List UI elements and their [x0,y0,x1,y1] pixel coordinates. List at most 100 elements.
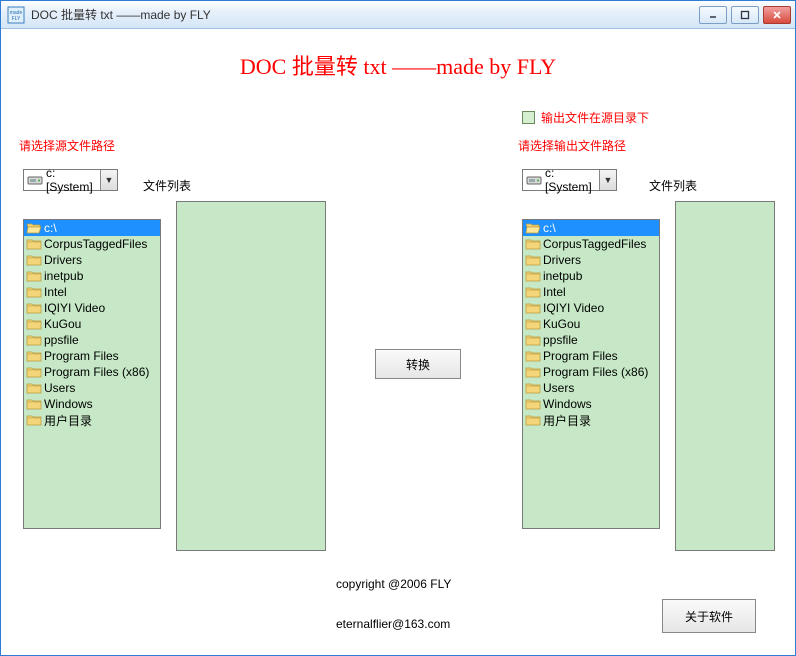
folder-item[interactable]: Drivers [24,252,160,268]
minimize-button[interactable] [699,6,727,24]
folder-item[interactable]: c:\ [523,220,659,236]
dest-path-label: 请选择输出文件路径 [518,137,626,154]
folder-icon [26,269,42,283]
app-window: made FLY DOC 批量转 txt ——made by FLY DOC 批… [0,0,796,656]
folder-icon [26,317,42,331]
folder-item[interactable]: Program Files [24,348,160,364]
folder-item[interactable]: ppsfile [523,332,659,348]
window-title: DOC 批量转 txt ——made by FLY [31,6,699,23]
folder-item[interactable]: Intel [24,284,160,300]
folder-item[interactable]: CorpusTaggedFiles [523,236,659,252]
folder-item[interactable]: Users [523,380,659,396]
folder-label: ppsfile [44,333,79,347]
source-filelist-label: 文件列表 [143,177,191,194]
folder-item[interactable]: IQIYI Video [523,300,659,316]
folder-icon [26,253,42,267]
app-icon: made FLY [7,6,25,24]
folder-icon [525,349,541,363]
folder-icon [26,381,42,395]
output-same-dir-row: 输出文件在源目录下 [522,109,649,126]
folder-label: CorpusTaggedFiles [44,237,147,251]
folder-icon [525,253,541,267]
folder-label: inetpub [44,269,83,283]
source-folder-list[interactable]: c:\ CorpusTaggedFiles Drivers inetpub Intel I… [23,219,161,529]
folder-icon [26,237,42,251]
folder-label: IQIYI Video [44,301,105,315]
folder-label: Windows [44,397,93,411]
folder-icon [26,365,42,379]
titlebar: made FLY DOC 批量转 txt ——made by FLY [1,1,795,29]
page-title: DOC 批量转 txt ——made by FLY [1,49,795,81]
folder-label: Program Files (x86) [44,365,149,379]
folder-icon [525,237,541,251]
folder-item[interactable]: ppsfile [24,332,160,348]
folder-icon [525,301,541,315]
folder-item[interactable]: 用户目录 [24,412,160,428]
folder-label: Program Files [44,349,119,363]
folder-label: Program Files (x86) [543,365,648,379]
dest-filelist-label: 文件列表 [649,177,697,194]
source-drive-text: c: [System] [46,166,100,194]
folder-label: Users [44,381,75,395]
folder-item[interactable]: Program Files [523,348,659,364]
folder-label: c:\ [44,221,57,235]
folder-item[interactable]: KuGou [24,316,160,332]
folder-open-icon [26,221,42,235]
folder-item[interactable]: inetpub [523,268,659,284]
folder-icon [525,365,541,379]
dropdown-arrow-icon: ▼ [599,170,616,190]
dest-file-list[interactable] [675,201,775,551]
output-same-dir-checkbox[interactable] [522,111,535,124]
content-area: DOC 批量转 txt ——made by FLY 输出文件在源目录下 请选择源… [1,29,795,655]
folder-item[interactable]: Intel [523,284,659,300]
folder-label: Intel [543,285,566,299]
source-file-list[interactable] [176,201,326,551]
folder-icon [26,301,42,315]
source-path-label: 请选择源文件路径 [19,137,115,154]
folder-label: KuGou [543,317,580,331]
folder-label: CorpusTaggedFiles [543,237,646,251]
source-drive-select[interactable]: c: [System] ▼ [23,169,118,191]
folder-item[interactable]: inetpub [24,268,160,284]
folder-icon [525,317,541,331]
folder-item[interactable]: Program Files (x86) [523,364,659,380]
close-button[interactable] [763,6,791,24]
folder-item[interactable]: IQIYI Video [24,300,160,316]
drive-icon [27,173,43,187]
folder-icon [26,413,42,427]
dest-folder-list[interactable]: c:\CorpusTaggedFiles DriversinetpubIntelI… [522,219,660,529]
folder-icon [26,285,42,299]
folder-icon [525,397,541,411]
folder-label: Drivers [543,253,581,267]
window-buttons [699,6,791,24]
maximize-button[interactable] [731,6,759,24]
folder-label: Users [543,381,574,395]
folder-item[interactable]: KuGou [523,316,659,332]
folder-icon [525,285,541,299]
folder-open-icon [525,221,541,235]
folder-icon [525,381,541,395]
convert-button[interactable]: 转换 [375,349,461,379]
dest-drive-select[interactable]: c: [System] ▼ [522,169,617,191]
folder-item[interactable]: CorpusTaggedFiles [24,236,160,252]
folder-item[interactable]: Program Files (x86) [24,364,160,380]
folder-item[interactable]: 用户目录 [523,412,659,428]
folder-label: Windows [543,397,592,411]
folder-item[interactable]: c:\ [24,220,160,236]
svg-text:FLY: FLY [12,16,21,22]
drive-icon [526,173,542,187]
folder-label: ppsfile [543,333,578,347]
folder-label: Drivers [44,253,82,267]
folder-item[interactable]: Windows [24,396,160,412]
folder-label: 用户目录 [543,412,591,429]
folder-icon [525,333,541,347]
folder-icon [26,349,42,363]
about-button[interactable]: 关于软件 [662,599,756,633]
folder-item[interactable]: Users [24,380,160,396]
folder-label: Intel [44,285,67,299]
dest-drive-text: c: [System] [545,166,599,194]
folder-item[interactable]: Drivers [523,252,659,268]
folder-icon [525,413,541,427]
folder-icon [26,397,42,411]
folder-item[interactable]: Windows [523,396,659,412]
